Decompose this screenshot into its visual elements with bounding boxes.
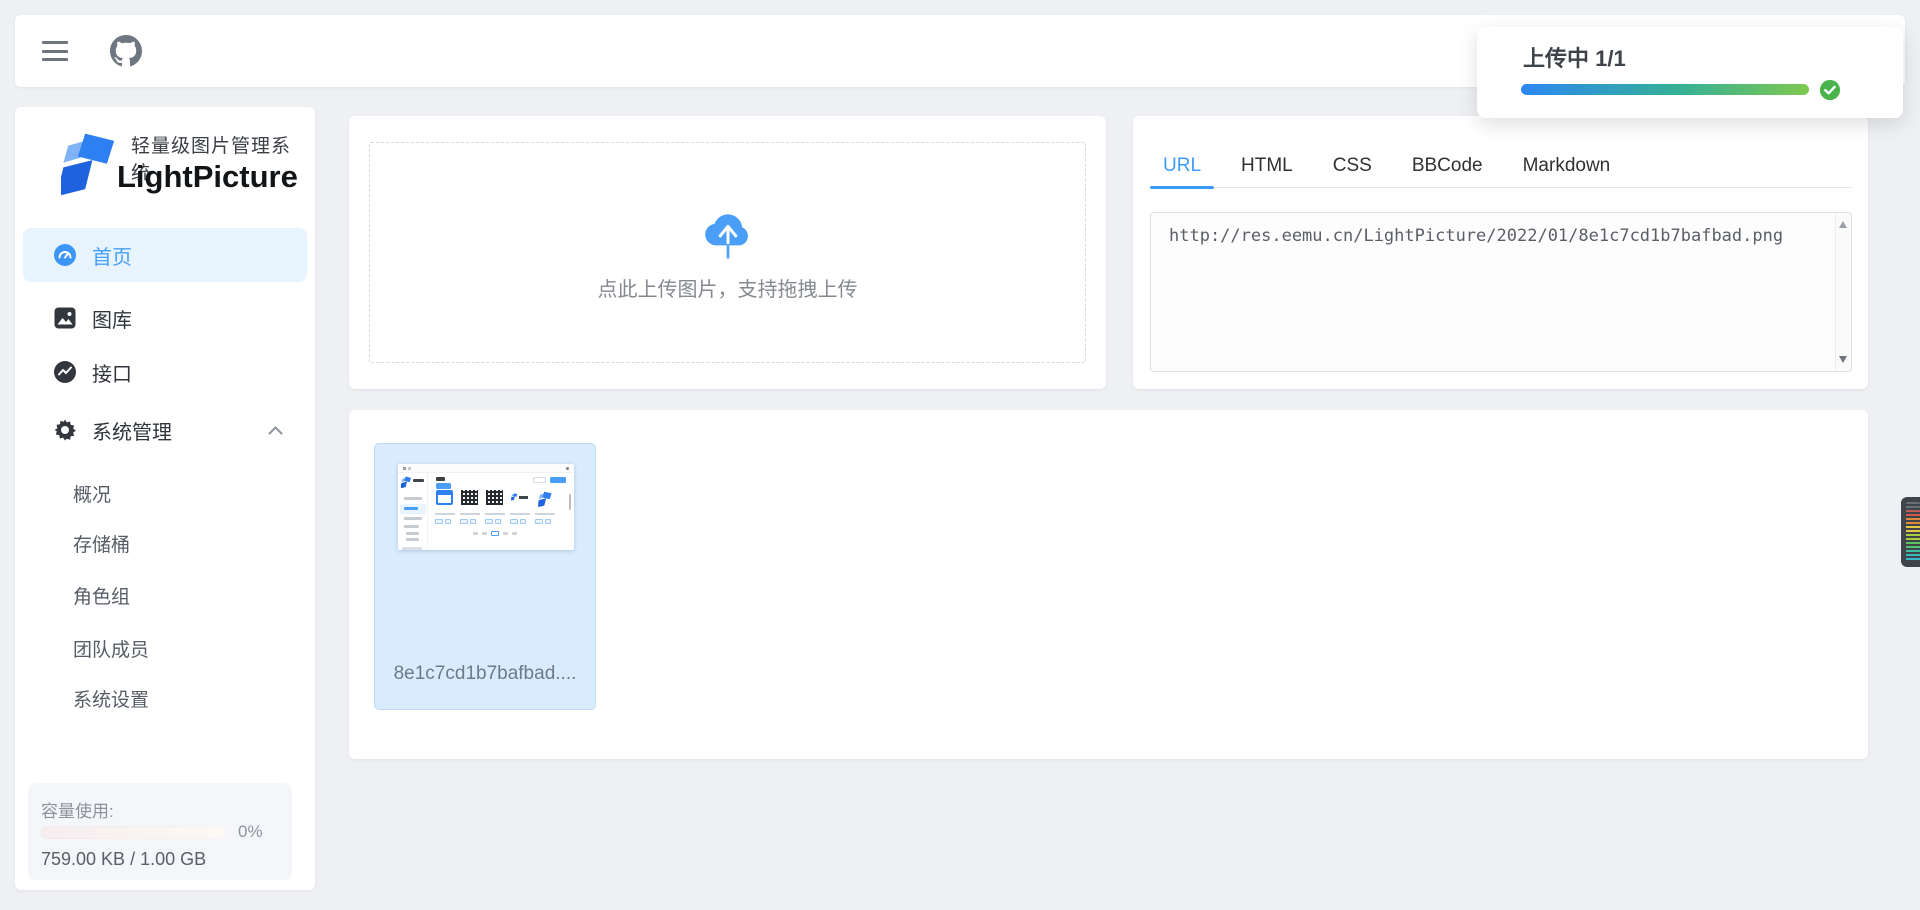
sidebar-subitem-settings[interactable]: 系统设置	[23, 676, 307, 720]
thumb-scrollbar	[569, 494, 572, 510]
sidebar-subitem-roles[interactable]: 角色组	[23, 573, 307, 617]
sidebar-item-label: 接口	[92, 358, 132, 387]
upload-dropzone[interactable]: 点此上传图片，支持拖拽上传	[369, 142, 1086, 363]
sidebar-item-label: 图库	[92, 304, 132, 333]
share-url-text[interactable]: http://res.eemu.cn/LightPicture/2022/01/…	[1151, 213, 1835, 371]
thumb-mini-qr	[486, 490, 503, 505]
sidebar-subitem-buckets[interactable]: 存储桶	[23, 521, 307, 565]
tab-css[interactable]: CSS	[1320, 144, 1385, 187]
thumb-mini-qr	[461, 490, 478, 505]
api-icon	[53, 360, 77, 384]
upload-toast: 上传中 1/1	[1477, 27, 1903, 118]
sidebar-item-label: 系统管理	[92, 416, 172, 445]
hamburger-icon[interactable]	[42, 41, 68, 61]
upload-progressbar	[1521, 84, 1809, 95]
sidebar-item-api[interactable]: 接口	[23, 345, 307, 399]
edge-extension-widget[interactable]	[1901, 497, 1920, 567]
logo-title: LightPicture	[117, 159, 298, 195]
cloud-upload-icon	[697, 203, 759, 267]
github-icon[interactable]	[110, 35, 142, 67]
capacity-label: 容量使用:	[41, 797, 114, 822]
capacity-usage-text: 759.00 KB / 1.00 GB	[41, 849, 206, 870]
upload-card: 点此上传图片，支持拖拽上传	[349, 116, 1106, 389]
sidebar-item-gallery[interactable]: 图库	[23, 291, 307, 345]
sidebar-item-system[interactable]: 系统管理	[23, 403, 307, 457]
share-panel: URL HTML CSS BBCode Markdown http://res.…	[1133, 116, 1868, 389]
sidebar-subitem-overview[interactable]: 概况	[23, 471, 307, 515]
scroll-up-arrow-icon[interactable]	[1839, 221, 1847, 228]
thumb-mini-logo-text	[511, 490, 528, 505]
capacity-progressbar	[41, 826, 226, 839]
gallery-panel: 8e1c7cd1b7bafbad....	[349, 410, 1868, 759]
submenu-label: 概况	[73, 480, 111, 507]
check-circle-icon	[1819, 79, 1841, 101]
tab-markdown[interactable]: Markdown	[1510, 144, 1624, 187]
submenu-label: 团队成员	[73, 635, 149, 662]
thumb-sidebar	[398, 473, 428, 550]
tab-html[interactable]: HTML	[1228, 144, 1306, 187]
tab-url[interactable]: URL	[1150, 144, 1214, 187]
logo-mark-icon	[61, 125, 119, 205]
gallery-icon	[53, 306, 77, 330]
image-filename: 8e1c7cd1b7bafbad....	[375, 663, 595, 685]
sidebar: 轻量级图片管理系统 LightPicture 首页 图库 接口 系统管理	[15, 107, 315, 890]
upload-toast-title: 上传中 1/1	[1523, 41, 1626, 73]
submenu-label: 存储桶	[73, 530, 130, 557]
submenu-label: 系统设置	[73, 685, 149, 712]
tab-bbcode[interactable]: BBCode	[1399, 144, 1496, 187]
scroll-down-arrow-icon[interactable]	[1839, 356, 1847, 363]
thumb-topbar	[398, 464, 574, 473]
sidebar-subitem-members[interactable]: 团队成员	[23, 626, 307, 670]
image-card[interactable]: 8e1c7cd1b7bafbad....	[374, 443, 596, 710]
share-url-textarea[interactable]: http://res.eemu.cn/LightPicture/2022/01/…	[1150, 212, 1852, 372]
textarea-scrollbar[interactable]	[1835, 214, 1850, 370]
capacity-percent: 0%	[238, 822, 263, 842]
chevron-up-icon	[268, 426, 283, 435]
dashboard-icon	[53, 243, 77, 267]
thumb-mini-logo	[538, 491, 553, 508]
image-thumbnail[interactable]	[398, 464, 574, 550]
share-tabs: URL HTML CSS BBCode Markdown	[1150, 144, 1851, 188]
app-logo[interactable]: 轻量级图片管理系统 LightPicture	[61, 121, 293, 213]
level-meter-icon	[1906, 502, 1920, 562]
sidebar-item-label: 首页	[92, 241, 132, 270]
gear-icon	[53, 418, 77, 442]
upload-hint: 点此上传图片，支持拖拽上传	[598, 273, 858, 302]
submenu-label: 角色组	[73, 582, 130, 609]
capacity-usage-panel: 容量使用: 0% 759.00 KB / 1.00 GB	[28, 783, 292, 880]
sidebar-item-home[interactable]: 首页	[23, 228, 307, 282]
thumb-mini-window	[436, 490, 453, 505]
